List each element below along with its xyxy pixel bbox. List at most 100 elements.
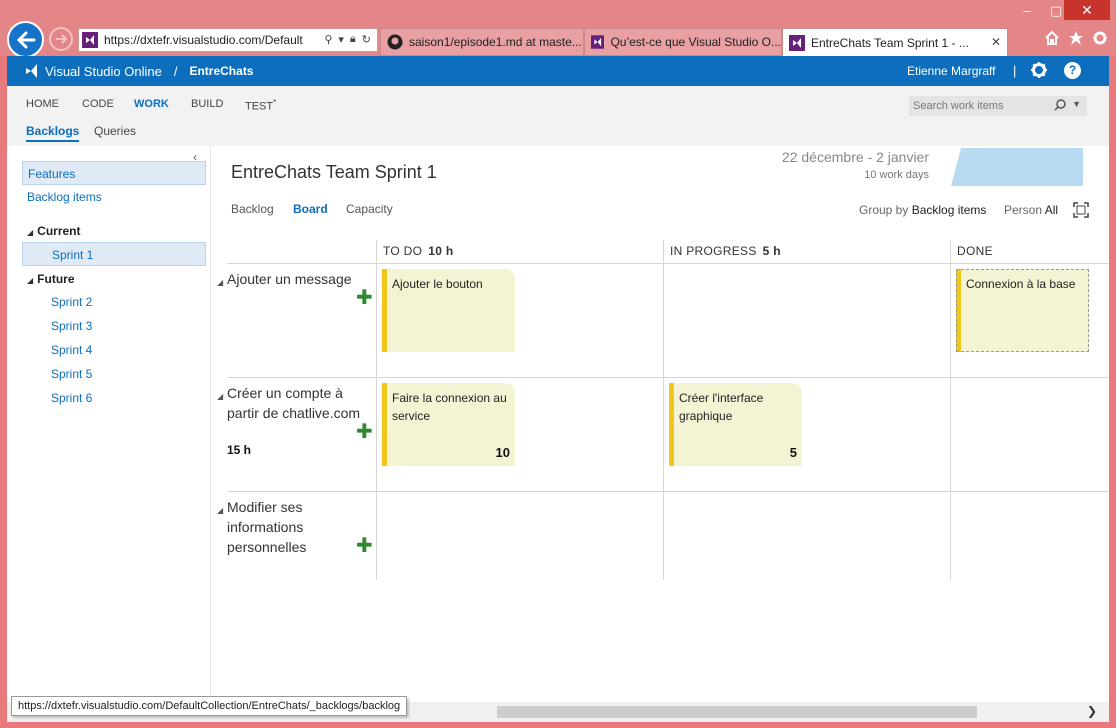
back-button[interactable] bbox=[7, 21, 44, 58]
chevron-down-icon[interactable]: ▼ bbox=[1072, 99, 1081, 111]
view-backlog[interactable]: Backlog bbox=[231, 202, 274, 216]
expand-triangle-icon: ◢ bbox=[27, 276, 34, 285]
add-task-icon[interactable]: ✚ bbox=[356, 288, 373, 308]
collapse-row-icon[interactable]: ◢ bbox=[217, 506, 223, 515]
horizontal-scrollbar[interactable] bbox=[497, 706, 977, 718]
close-window-icon[interactable]: ✕ bbox=[1064, 0, 1110, 20]
divider bbox=[663, 240, 664, 580]
sidebar-item-backlog-items[interactable]: Backlog items bbox=[22, 185, 206, 209]
sidebar-item-sprint-4[interactable]: Sprint 4 bbox=[22, 338, 206, 362]
sidebar-item-sprint-3[interactable]: Sprint 3 bbox=[22, 314, 206, 338]
gear-icon[interactable] bbox=[1030, 61, 1048, 79]
task-card[interactable]: Connexion à la base bbox=[956, 269, 1089, 352]
sidebar-group-future[interactable]: ◢ Future bbox=[27, 272, 75, 286]
address-url[interactable]: https://dxtefr.visualstudio.com/Default bbox=[104, 33, 304, 47]
tab-queries[interactable]: Queries bbox=[94, 124, 136, 138]
brand-link[interactable]: Visual Studio Online bbox=[45, 64, 162, 79]
lock-icon[interactable]: 🔒︎ bbox=[350, 33, 356, 46]
fullscreen-icon[interactable] bbox=[1073, 202, 1089, 218]
divider bbox=[227, 491, 1109, 492]
forward-button[interactable] bbox=[49, 27, 73, 51]
divider bbox=[227, 377, 1109, 378]
sidebar-item-features[interactable]: Features bbox=[22, 161, 206, 185]
tab-backlogs[interactable]: Backlogs bbox=[26, 124, 80, 142]
home-icon[interactable] bbox=[1044, 30, 1060, 46]
nav-home[interactable]: HOME bbox=[26, 98, 59, 110]
burndown-chart-thumbnail[interactable] bbox=[951, 148, 1083, 186]
address-bar[interactable]: https://dxtefr.visualstudio.com/Default … bbox=[78, 28, 378, 52]
row-title[interactable]: Ajouter un message bbox=[227, 269, 367, 289]
divider bbox=[376, 240, 377, 580]
nav-build[interactable]: BUILD bbox=[191, 98, 223, 110]
column-hours: 10 h bbox=[428, 244, 454, 258]
browser-chrome: – ▢ ✕ https://dxtefr.visualstudio.com/De… bbox=[0, 0, 1116, 58]
close-tab-icon[interactable]: ✕ bbox=[991, 35, 1001, 49]
page-title: EntreChats Team Sprint 1 bbox=[231, 162, 437, 182]
column-name: TO DO bbox=[383, 244, 423, 258]
sidebar-item-sprint-6[interactable]: Sprint 6 bbox=[22, 386, 206, 410]
task-card[interactable]: Ajouter le bouton bbox=[382, 269, 515, 352]
card-estimate: 10 bbox=[495, 445, 510, 460]
dropdown-icon[interactable]: ▾ bbox=[338, 33, 344, 46]
project-link[interactable]: EntreChats bbox=[189, 64, 253, 78]
person-filter[interactable]: Person All bbox=[1004, 203, 1058, 217]
nav-test[interactable]: TEST* bbox=[245, 98, 276, 113]
task-card[interactable]: Faire la connexion au service 10 bbox=[382, 383, 515, 466]
browser-tab-vso[interactable]: Qu’est-ce que Visual Studio O... bbox=[584, 28, 782, 56]
view-capacity[interactable]: Capacity bbox=[346, 202, 393, 216]
backlog-sidebar: ‹ Features Backlog items ◢ Current Sprint… bbox=[7, 146, 211, 702]
refresh-icon[interactable]: ↻ bbox=[362, 33, 371, 46]
minimize-icon[interactable]: – bbox=[1014, 4, 1040, 18]
column-header-done: DONE bbox=[957, 244, 993, 264]
tab-label: EntreChats Team Sprint 1 - ... bbox=[811, 35, 969, 50]
visual-studio-icon bbox=[591, 35, 605, 49]
add-task-icon[interactable]: ✚ bbox=[356, 536, 373, 556]
column-hours: 5 h bbox=[762, 244, 781, 258]
group-by-value[interactable]: Backlog items bbox=[912, 203, 987, 217]
search-work-items[interactable]: Search work items ▼ bbox=[909, 96, 1087, 116]
breadcrumb-separator: / bbox=[173, 63, 178, 79]
sprint-board: EntreChats Team Sprint 1 22 décembre - 2… bbox=[211, 146, 1109, 702]
sidebar-item-sprint-2[interactable]: Sprint 2 bbox=[22, 290, 206, 314]
browser-tab-github[interactable]: saison1/episode1.md at maste... bbox=[380, 28, 584, 56]
card-title: Faire la connexion au service bbox=[392, 391, 507, 423]
group-label: Future bbox=[37, 272, 75, 286]
work-days: 10 work days bbox=[864, 169, 929, 181]
scroll-right-icon[interactable]: ❯ bbox=[1087, 704, 1097, 718]
nav-code[interactable]: CODE bbox=[82, 98, 114, 110]
search-icon[interactable] bbox=[1054, 99, 1066, 111]
person-label: Person bbox=[1004, 203, 1043, 217]
settings-icon[interactable] bbox=[1092, 30, 1108, 46]
collapse-row-icon[interactable]: ◢ bbox=[217, 278, 223, 287]
divider bbox=[950, 240, 951, 580]
search-icon[interactable]: ⚲ bbox=[324, 33, 332, 46]
user-name[interactable]: Etienne Margraff bbox=[907, 64, 996, 78]
status-bar: https://dxtefr.visualstudio.com/DefaultC… bbox=[7, 696, 1109, 722]
expand-triangle-icon: ◢ bbox=[27, 228, 34, 237]
group-by-label: Group by bbox=[859, 203, 909, 217]
sidebar-item-sprint-5[interactable]: Sprint 5 bbox=[22, 362, 206, 386]
preview-marker: * bbox=[273, 98, 277, 107]
collapse-row-icon[interactable]: ◢ bbox=[217, 392, 223, 401]
group-by-selector[interactable]: Group by Backlog items bbox=[859, 203, 986, 217]
star-icon[interactable] bbox=[1068, 30, 1084, 46]
tab-label: saison1/episode1.md at maste... bbox=[409, 35, 582, 49]
help-icon[interactable]: ? bbox=[1064, 62, 1081, 79]
sidebar-group-current[interactable]: ◢ Current bbox=[27, 224, 81, 238]
nav-work[interactable]: WORK bbox=[134, 98, 169, 110]
row-title[interactable]: Créer un compte à partir de chatlive.com bbox=[227, 383, 367, 423]
status-url: https://dxtefr.visualstudio.com/DefaultC… bbox=[11, 696, 408, 716]
card-estimate: 5 bbox=[789, 445, 797, 460]
task-card[interactable]: Créer l'interface graphique 5 bbox=[669, 383, 802, 466]
person-value[interactable]: All bbox=[1045, 203, 1058, 217]
visual-studio-icon bbox=[82, 32, 98, 48]
column-header-todo: TO DO 10 h bbox=[383, 244, 454, 264]
tab-label: Qu’est-ce que Visual Studio O... bbox=[610, 35, 781, 49]
view-board[interactable]: Board bbox=[293, 202, 328, 216]
sidebar-item-sprint-1[interactable]: Sprint 1 bbox=[22, 242, 206, 266]
github-icon bbox=[387, 34, 403, 50]
visual-studio-logo-icon bbox=[26, 64, 37, 78]
row-title[interactable]: Modifier ses informations personnelles bbox=[227, 497, 347, 557]
add-task-icon[interactable]: ✚ bbox=[356, 422, 373, 442]
browser-tab-entrechats[interactable]: EntreChats Team Sprint 1 - ... ✕ bbox=[782, 28, 1008, 56]
